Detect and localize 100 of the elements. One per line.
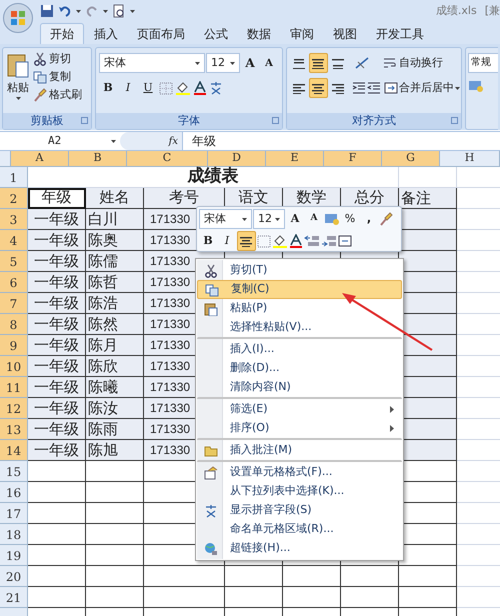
ribbon-button[interactable]: 复制 bbox=[33, 69, 82, 85]
bold-button[interactable]: B bbox=[199, 231, 217, 251]
ribbon-tab[interactable]: 数据 bbox=[238, 23, 280, 44]
ribbon-button[interactable]: 格式刷 bbox=[33, 87, 82, 103]
table-cell: 陈曦 bbox=[86, 377, 144, 398]
row-number[interactable]: 15 bbox=[0, 461, 28, 482]
name-box[interactable]: A2 bbox=[0, 132, 120, 150]
menu-item[interactable]: 设置单元格格式(F)... bbox=[197, 460, 402, 482]
row-number[interactable]: 12 bbox=[0, 398, 28, 419]
row-number[interactable]: 14 bbox=[0, 440, 28, 461]
bold-button[interactable]: B bbox=[99, 78, 117, 98]
column-header[interactable]: E bbox=[266, 151, 324, 167]
currency-icon bbox=[324, 212, 340, 226]
row-number[interactable]: 5 bbox=[0, 251, 28, 272]
table-cell: 一年级 bbox=[28, 251, 86, 272]
function-button[interactable]: fx bbox=[168, 134, 178, 148]
brush-icon bbox=[379, 212, 393, 226]
menu-item[interactable]: 复制(C) bbox=[197, 280, 402, 299]
row-number[interactable]: 4 bbox=[0, 230, 28, 251]
align-icon bbox=[292, 58, 306, 68]
print-preview-icon bbox=[112, 4, 126, 18]
table-cell bbox=[28, 503, 86, 524]
column-header[interactable]: G bbox=[382, 151, 440, 167]
row-number[interactable]: 9 bbox=[0, 335, 28, 356]
ribbon-button[interactable]: 合并后居中 bbox=[384, 80, 460, 96]
row-number[interactable]: 1 bbox=[0, 167, 28, 188]
ribbon-tab[interactable]: 页面布局 bbox=[128, 23, 194, 44]
table-cell bbox=[86, 503, 144, 524]
comma-button[interactable]: , bbox=[360, 209, 378, 229]
table-cell: 陈欣 bbox=[86, 356, 144, 377]
ribbon-tab[interactable]: 开始 bbox=[40, 23, 84, 44]
table-cell: 陈浩 bbox=[86, 293, 144, 314]
copy-icon bbox=[204, 282, 218, 296]
column-header[interactable]: B bbox=[69, 151, 127, 167]
table-cell: 姓名 bbox=[86, 188, 144, 209]
ribbon-button[interactable]: 剪切 bbox=[33, 51, 82, 67]
row-number[interactable]: 18 bbox=[0, 524, 28, 545]
table-cell: 一年级 bbox=[28, 377, 86, 398]
ribbon-tab[interactable]: 审阅 bbox=[281, 23, 323, 44]
row-number[interactable]: 21 bbox=[0, 587, 28, 608]
paste-button[interactable]: 粘贴 bbox=[3, 48, 33, 113]
ribbon-tab[interactable]: 插入 bbox=[85, 23, 127, 44]
table-cell: 一年级 bbox=[28, 314, 86, 335]
group-label: 对齐方式 bbox=[352, 112, 396, 129]
ribbon-tab[interactable]: 视图 bbox=[324, 23, 366, 44]
row-number[interactable]: 17 bbox=[0, 503, 28, 524]
menu-item[interactable]: 插入(I)... bbox=[197, 337, 402, 359]
font-name-dropdown[interactable]: 宋体 bbox=[99, 53, 205, 73]
menu-item[interactable]: 超链接(H)... bbox=[197, 539, 402, 558]
table-cell bbox=[341, 587, 399, 608]
percent-button[interactable]: % bbox=[341, 209, 359, 229]
caret-icon bbox=[111, 140, 116, 142]
row-number[interactable]: 7 bbox=[0, 293, 28, 314]
italic-button[interactable]: I bbox=[119, 78, 137, 98]
menu-item[interactable]: 命名单元格区域(R)... bbox=[197, 520, 402, 539]
row-number[interactable]: 11 bbox=[0, 377, 28, 398]
ribbon-tab[interactable]: 公式 bbox=[195, 23, 237, 44]
grow-font-button[interactable]: A bbox=[241, 53, 259, 73]
wrap-text-icon bbox=[383, 56, 397, 70]
formula-field[interactable]: 年级 bbox=[182, 132, 500, 150]
row-number[interactable]: 10 bbox=[0, 356, 28, 377]
row-number[interactable]: 8 bbox=[0, 314, 28, 335]
menu-item[interactable]: 插入批注(M) bbox=[197, 438, 402, 460]
align-button[interactable] bbox=[309, 78, 328, 98]
table-cell: 一年级 bbox=[28, 230, 86, 251]
font-size-dropdown[interactable]: 12 bbox=[253, 209, 285, 229]
underline-button[interactable]: U bbox=[139, 78, 157, 98]
row-number[interactable]: 19 bbox=[0, 545, 28, 566]
row-number[interactable]: 16 bbox=[0, 482, 28, 503]
menu-item[interactable]: 筛选(E) bbox=[197, 397, 402, 419]
grow-font-button[interactable]: A bbox=[286, 209, 304, 229]
indent-icon bbox=[352, 82, 366, 94]
align-icon bbox=[240, 236, 253, 246]
row-number[interactable]: 6 bbox=[0, 272, 28, 293]
indent-icon bbox=[367, 82, 381, 94]
table-cell bbox=[28, 482, 86, 503]
column-header[interactable]: F bbox=[324, 151, 382, 167]
column-header[interactable]: D bbox=[208, 151, 266, 167]
shrink-font-button[interactable]: A bbox=[305, 209, 323, 229]
scissors-icon bbox=[204, 264, 218, 278]
shrink-font-button[interactable]: A bbox=[260, 53, 278, 73]
row-number[interactable]: 3 bbox=[0, 209, 28, 230]
align-button[interactable] bbox=[309, 53, 328, 73]
number-format-dropdown[interactable]: 常规 bbox=[468, 53, 498, 73]
row-number[interactable]: 20 bbox=[0, 566, 28, 587]
row-number[interactable]: 13 bbox=[0, 419, 28, 440]
menu-item[interactable]: 显示拼音字段(S) bbox=[197, 501, 402, 520]
font-name-dropdown[interactable]: 宋体 bbox=[199, 209, 252, 229]
column-header[interactable]: C bbox=[127, 151, 208, 167]
row-number[interactable]: 2 bbox=[0, 188, 28, 209]
align-button[interactable] bbox=[237, 231, 256, 251]
ribbon-button[interactable]: 自动换行 bbox=[383, 54, 443, 72]
ribbon-tab[interactable]: 开发工具 bbox=[367, 23, 433, 44]
group-label: 字体 bbox=[178, 112, 200, 129]
font-size-dropdown[interactable]: 12 bbox=[206, 53, 240, 73]
table-cell bbox=[28, 587, 86, 608]
column-header[interactable]: H bbox=[440, 151, 500, 167]
table-cell bbox=[28, 545, 86, 566]
column-header[interactable]: A bbox=[11, 151, 69, 167]
menu-item[interactable]: 从下拉列表中选择(K)... bbox=[197, 482, 402, 501]
